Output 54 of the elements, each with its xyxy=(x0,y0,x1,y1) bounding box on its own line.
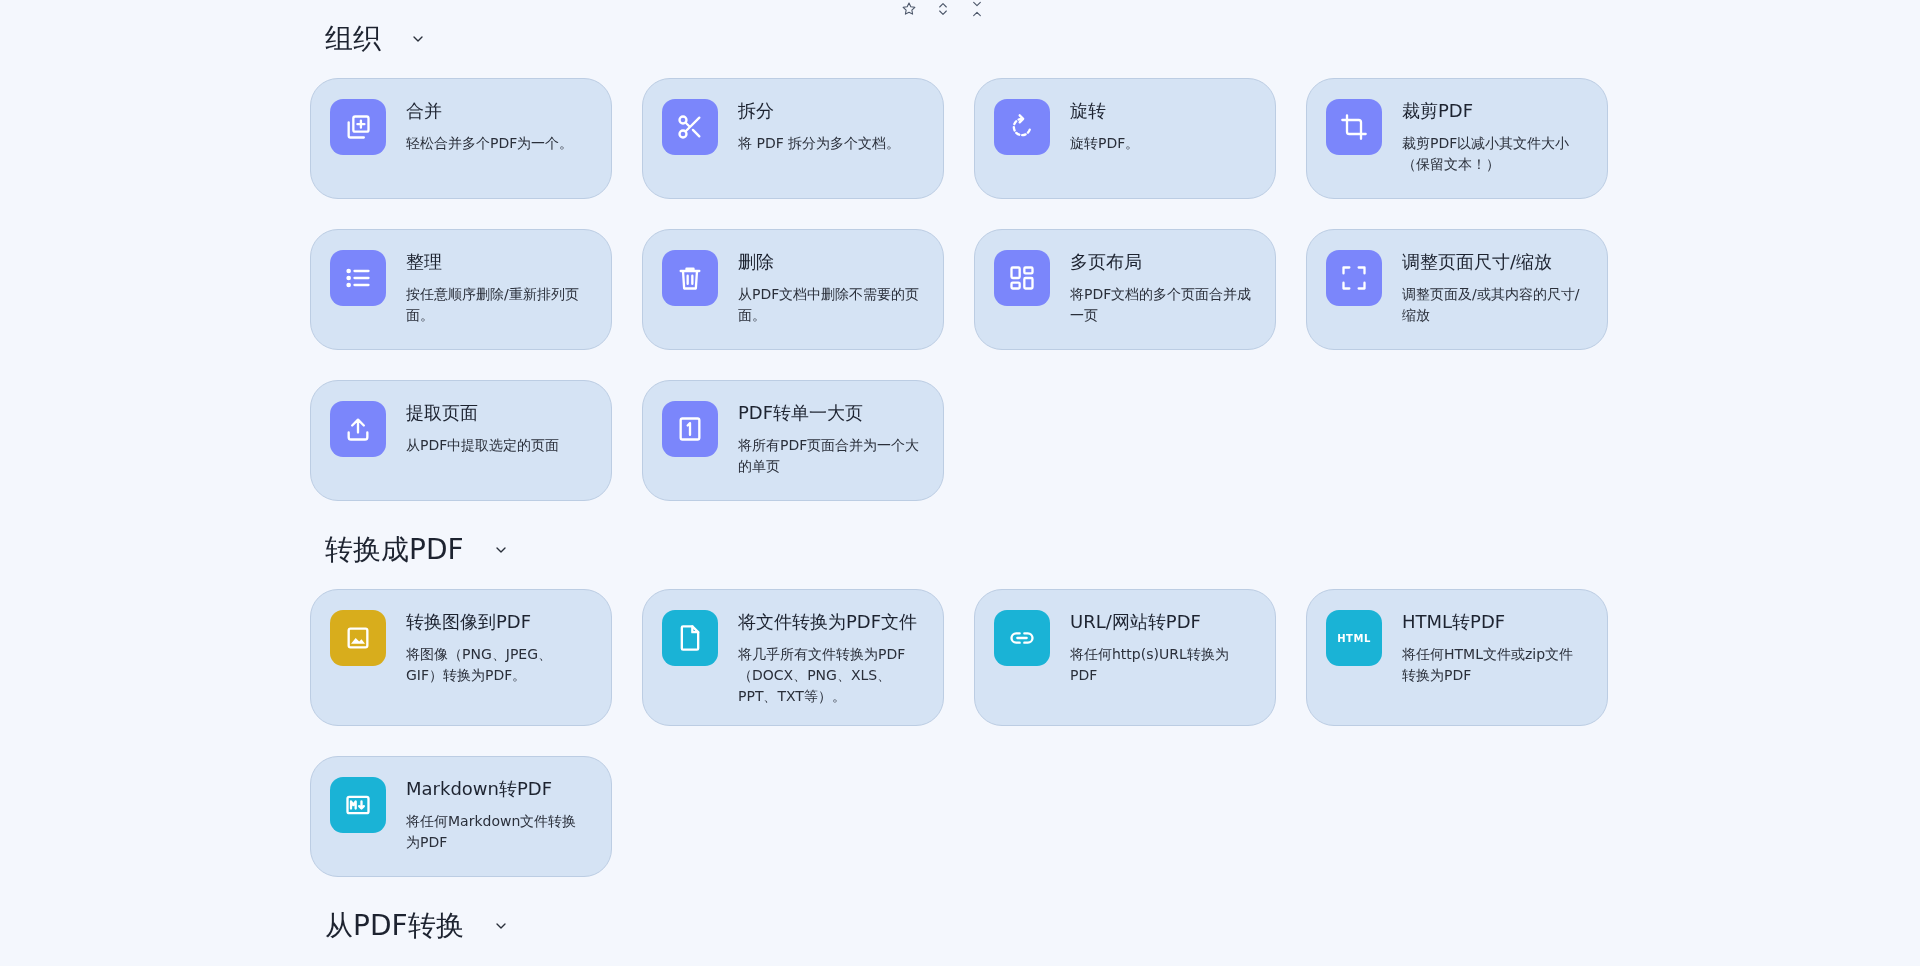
tool-title: 合并 xyxy=(406,99,443,123)
tool-description: 将 PDF 拆分为多个文档。 xyxy=(738,134,901,153)
tool-description: 旋转PDF。 xyxy=(1070,134,1140,153)
crop-icon xyxy=(1340,113,1368,141)
tool-card[interactable]: HTML HTML转PDF 将任何HTML文件或zip文件转换为PDF xyxy=(1306,589,1608,726)
section-title: 转换成PDF xyxy=(325,532,464,568)
tool-card[interactable]: 提取页面 从PDF中提取选定的页面 xyxy=(310,380,612,501)
tool-card[interactable]: 转换图像到PDF 将图像（PNG、JPEG、GIF）转换为PDF。 xyxy=(310,589,612,726)
tool-title: Markdown转PDF xyxy=(406,777,554,801)
icon-label: HTML xyxy=(1337,632,1371,644)
tool-description: 将几乎所有文件转换为PDF（DOCX、PNG、XLS、PPT、TXT等）。 xyxy=(738,645,907,706)
tool-card[interactable]: Markdown转PDF 将任何Markdown文件转换为PDF xyxy=(310,756,612,877)
tool-card[interactable]: 多页布局 将PDF文档的多个页面合并成一页 xyxy=(974,229,1276,350)
tool-card[interactable]: 删除 从PDF文档中删除不需要的页面。 xyxy=(642,229,944,350)
tool-card[interactable]: 将文件转换为PDF文件 将几乎所有文件转换为PDF（DOCX、PNG、XLS、PPT、TXT等）。 xyxy=(642,589,944,726)
corners-icon xyxy=(1340,264,1368,292)
tool-title: 旋转 xyxy=(1070,99,1107,123)
tool-description: 将所有PDF页面合并为一个大的单页 xyxy=(738,436,921,476)
tool-title: PDF转单一大页 xyxy=(738,401,865,425)
tool-description: 将任何Markdown文件转换为PDF xyxy=(406,812,578,852)
tool-card[interactable]: PDF转单一大页 将所有PDF页面合并为一个大的单页 xyxy=(642,380,944,501)
star-icon xyxy=(901,1,917,17)
tool-card[interactable]: 旋转 旋转PDF。 xyxy=(974,78,1276,199)
tool-description: 调整页面及/或其内容的尺寸/缩放 xyxy=(1402,285,1581,325)
tool-title: 调整页面尺寸/缩放 xyxy=(1402,250,1554,274)
tool-title: 将文件转换为PDF文件 xyxy=(738,610,919,634)
tool-description: 将PDF文档的多个页面合并成一页 xyxy=(1070,285,1253,325)
tool-title: 裁剪PDF xyxy=(1402,99,1475,123)
tool-card[interactable]: URL/网站转PDF 将任何http(s)URL转换为PDF xyxy=(974,589,1276,726)
tool-title: HTML转PDF xyxy=(1402,610,1507,634)
tool-title: URL/网站转PDF xyxy=(1070,610,1202,634)
grid-icon xyxy=(1008,264,1036,292)
tool-description: 将任何http(s)URL转换为PDF xyxy=(1070,645,1230,685)
tool-card[interactable]: 合并 轻松合并多个PDF为一个。 xyxy=(310,78,612,199)
tool-title: 拆分 xyxy=(738,99,775,123)
tool-title: 整理 xyxy=(406,250,443,274)
tool-description: 将任何HTML文件或zip文件转换为PDF xyxy=(1402,645,1575,685)
tool-title: 转换图像到PDF xyxy=(406,610,533,634)
tool-description: 按任意顺序删除/重新排列页面。 xyxy=(406,285,580,325)
tool-card[interactable]: 拆分 将 PDF 拆分为多个文档。 xyxy=(642,78,944,199)
section-title: 从PDF转换 xyxy=(325,908,464,944)
tool-title: 删除 xyxy=(738,250,775,274)
tool-description: 轻松合并多个PDF为一个。 xyxy=(406,134,574,153)
tool-description: 将图像（PNG、JPEG、GIF）转换为PDF。 xyxy=(406,645,554,685)
tool-description: 从PDF文档中删除不需要的页面。 xyxy=(738,285,921,325)
tool-card[interactable]: 裁剪PDF 裁剪PDF以减小其文件大小（保留文本！） xyxy=(1306,78,1608,199)
tool-title: 提取页面 xyxy=(406,401,479,425)
tool-description: 裁剪PDF以减小其文件大小（保留文本！） xyxy=(1402,134,1571,174)
tool-title: 多页布局 xyxy=(1070,250,1143,274)
tool-description: 从PDF中提取选定的页面 xyxy=(406,436,560,455)
tool-card[interactable]: 调整页面尺寸/缩放 调整页面及/或其内容的尺寸/缩放 xyxy=(1306,229,1608,350)
tool-card[interactable]: 整理 按任意顺序删除/重新排列页面。 xyxy=(310,229,612,350)
star-button[interactable] xyxy=(900,0,918,18)
section-title: 组织 xyxy=(325,21,381,57)
